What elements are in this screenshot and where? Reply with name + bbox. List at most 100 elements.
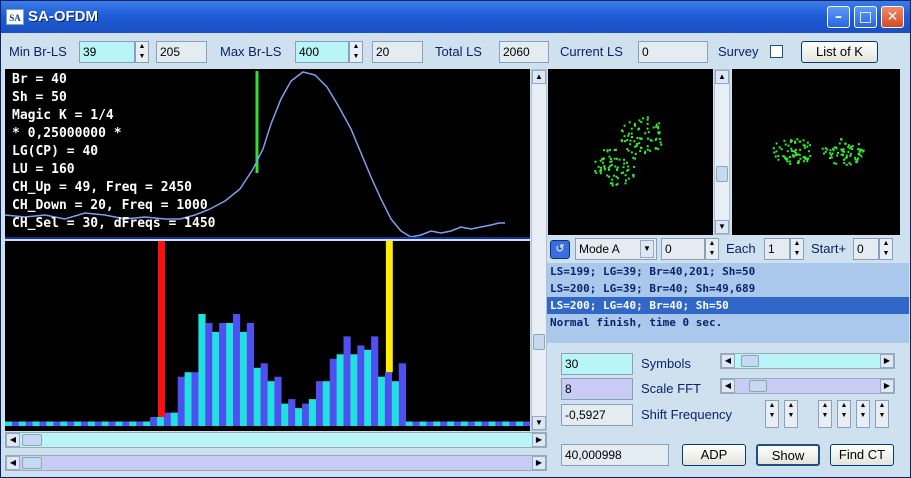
constellation-left-scrollbar[interactable]: ▲ ▼ [714,69,730,235]
constellation-point [624,182,627,185]
spectrum-bar [46,421,54,426]
constellation-point [634,124,637,127]
max-br-ls-label: Max Br-LS [220,44,282,59]
scale-fft-slider[interactable]: ◀ ▶ [720,378,895,394]
spectrum-horizontal-scrollbar-2[interactable]: ◀ ▶ [5,455,547,471]
constellation-point [640,121,643,124]
start-input[interactable]: 0 [853,238,879,260]
constellation-point [633,165,636,168]
maximize-button[interactable]: □ [854,6,877,28]
constellation-point [809,155,812,157]
constellation-point [634,157,637,160]
constellation-point [611,182,614,185]
shift-fine-spinner-1[interactable]: ▲ ▼ [818,400,832,428]
spectrum-bar [350,354,358,426]
max-br-ls-input[interactable]: 400 [295,41,349,63]
min-br-ls-spinner[interactable]: ▲ ▼ [135,41,149,63]
list-item[interactable]: LS=200; LG=39; Br=40; Sh=49,689 [547,280,909,297]
mode-value-input[interactable]: 0 [661,238,705,260]
spectrum-bar [523,421,530,426]
constellation-point [636,143,638,145]
info-line: LU = 160 [12,162,75,177]
spectrum-horizontal-scrollbar-1[interactable]: ◀ ▶ [5,432,547,448]
spectrum-bar [143,421,151,426]
adp-button[interactable]: ADP [682,444,746,466]
main-window: SA SA-OFDM – □ ✕ Min Br-LS 39 ▲ ▼ 205 Max… [0,0,911,478]
constellation-points-right [772,138,865,166]
constellation-point [784,156,787,159]
constellation-point [788,156,791,158]
shift-coarse-spinner-1[interactable]: ▲ ▼ [765,400,779,428]
spectrum-bar [260,363,268,426]
symbols-input[interactable]: 30 [561,353,633,375]
constellation-point [777,155,780,157]
spectrum-bar [177,376,185,426]
list-of-k-button[interactable]: List of K [801,41,878,63]
red-marker [158,241,165,417]
constellation-point [633,123,636,125]
list-item[interactable]: Normal finish, time 0 sec. [547,314,909,331]
shift-fine-spinner-2[interactable]: ▲ ▼ [837,400,851,428]
minimize-button[interactable]: – [827,6,850,28]
constellation-point [790,139,793,142]
constellation-point [786,150,789,153]
spectrum-bar [5,421,13,426]
constellation-point [608,168,610,171]
survey-checkbox[interactable] [770,45,783,58]
shift-fine-spinner-4[interactable]: ▲ ▼ [875,400,889,428]
constellation-point [797,161,800,164]
each-input[interactable]: 1 [764,238,790,260]
refresh-icon[interactable]: ↺ [550,240,570,259]
shift-coarse-spinner-2[interactable]: ▲ ▼ [784,400,798,428]
constellation-point [807,157,810,160]
start-spinner[interactable]: ▲ ▼ [879,238,893,260]
list-item-selected[interactable]: LS=200; LG=40; Br=40; Sh=50 [547,297,909,314]
constellation-point [787,144,790,147]
show-button[interactable]: Show [756,444,820,466]
constellation-point [821,147,824,150]
constellation-point [632,175,635,178]
spectrum-bar [212,331,220,426]
find-ct-button[interactable]: Find CT [830,444,894,466]
constellation-point [851,148,854,150]
constellation-point [620,139,623,142]
constellation-point [647,131,650,134]
spectrum-bar [129,421,137,426]
each-label: Each [726,241,756,256]
max-br-ls-spinner[interactable]: ▲ ▼ [349,41,363,63]
constellation-point [836,154,839,157]
shift-fine-spinner-3[interactable]: ▲ ▼ [856,400,870,428]
constellation-point [833,162,836,165]
constellation-point [636,137,639,139]
constellation-point [610,164,613,166]
constellation-point [609,158,612,160]
window-title: SA-OFDM [28,8,98,25]
title-bar[interactable]: SA SA-OFDM – □ ✕ [1,1,910,33]
log-list[interactable]: LS=199; LG=39; Br=40,201; Sh=50 LS=200; … [547,263,909,343]
symbols-slider[interactable]: ◀ ▶ [720,353,895,369]
spectrum-bar [67,421,75,426]
spectrum-bar [39,421,47,426]
spectrum-bar [308,399,317,426]
spectrum-bar [60,421,68,426]
constellation-point [618,158,621,161]
chevron-down-icon[interactable]: ▼ [640,240,654,258]
mode-value-spinner[interactable]: ▲ ▼ [705,238,719,260]
constellation-point [778,146,781,149]
spectrum-bar [357,345,365,426]
spectrum-bar [108,421,116,426]
constellation-point [858,150,861,153]
constellation-point [826,148,829,151]
plot-vertical-scrollbar[interactable]: ▲ ▼ [531,69,547,431]
constellation-point [613,174,616,177]
each-spinner[interactable]: ▲ ▼ [790,238,804,260]
list-item[interactable]: LS=199; LG=39; Br=40,201; Sh=50 [547,263,909,280]
min-br-ls-input[interactable]: 39 [79,41,135,63]
mode-select[interactable]: Mode A ▼ [575,238,657,260]
constellation-point [626,148,629,151]
constellation-point [783,139,786,142]
scale-fft-input[interactable]: 8 [561,378,633,400]
constellation-point [613,157,616,160]
close-button[interactable]: ✕ [881,6,904,28]
constellation-point [639,146,642,149]
